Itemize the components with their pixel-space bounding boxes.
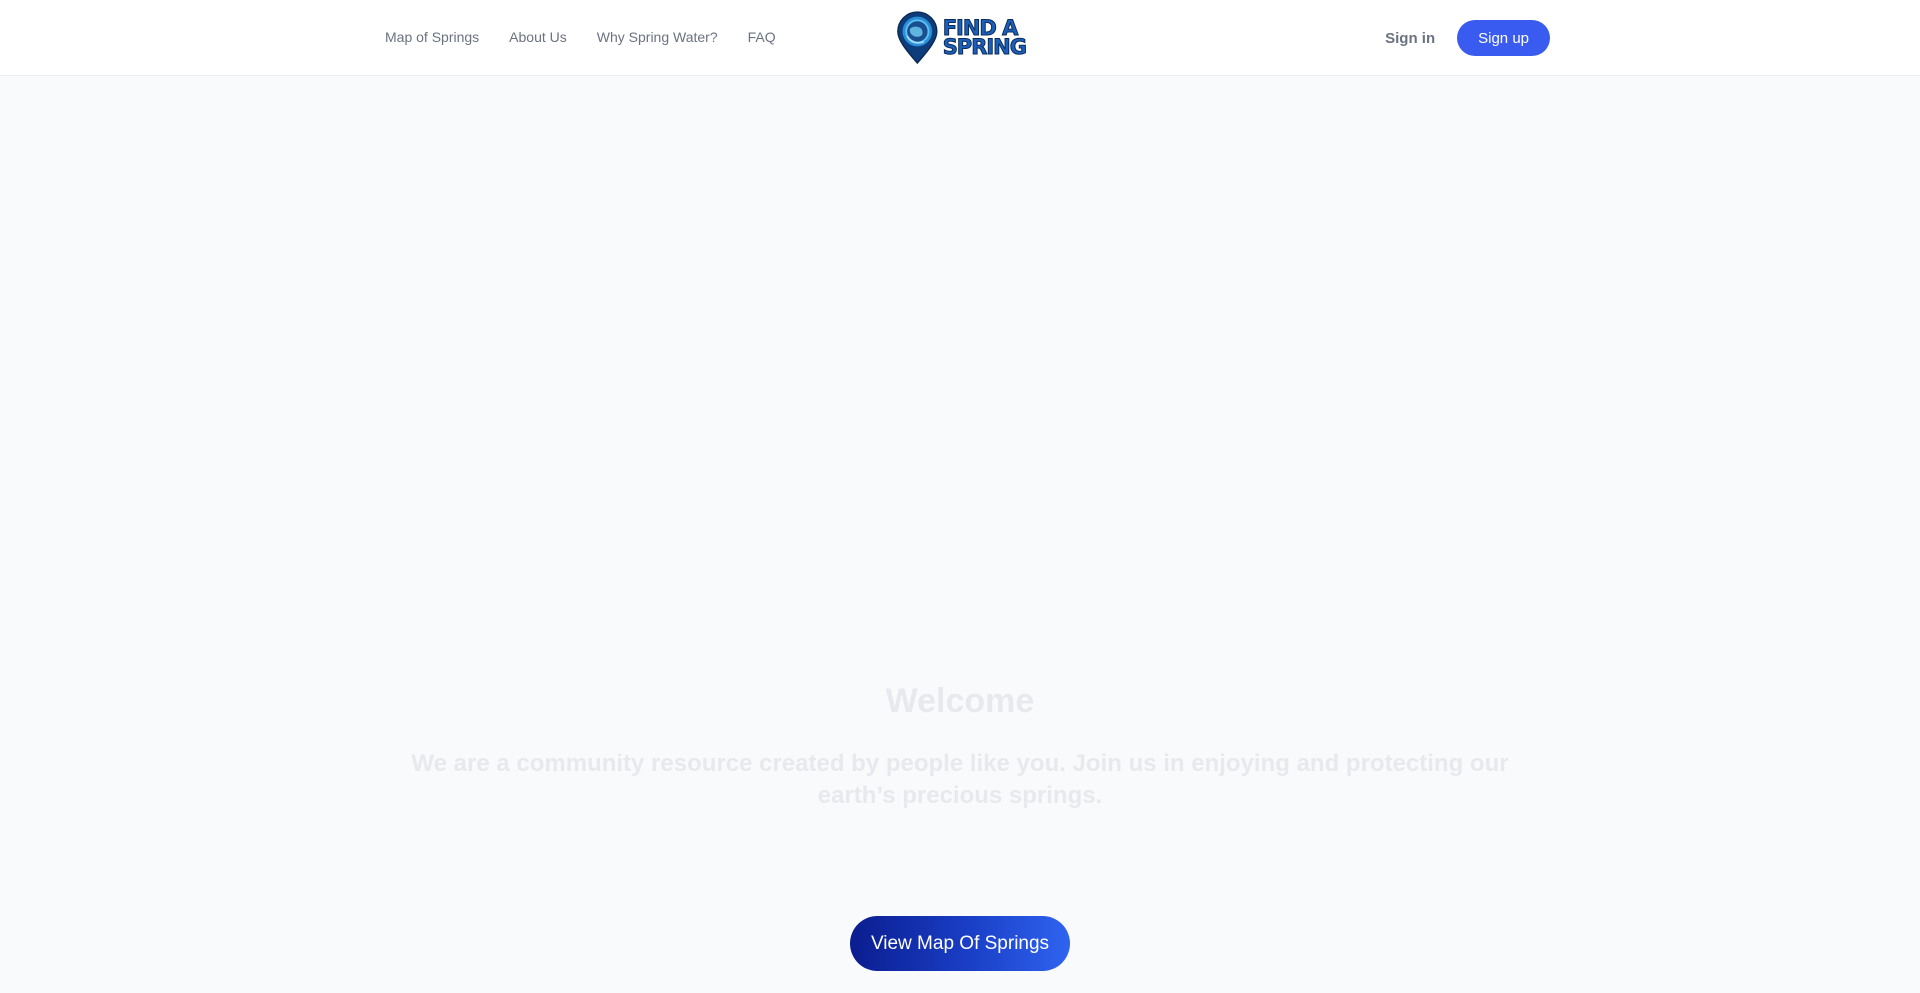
logo-wordmark: FIND A SPRING [942,17,1027,59]
map-pin-globe-icon [897,11,938,65]
hero-title: Welcome [885,682,1035,720]
nav-faq[interactable]: FAQ [748,30,776,46]
site-header: Map of Springs About Us Why Spring Water… [0,0,1920,76]
sign-up-button[interactable]: Sign up [1457,20,1550,56]
nav-why-spring-water[interactable]: Why Spring Water? [597,30,718,46]
sign-in-button[interactable]: Sign in [1385,30,1435,47]
nav-about-us[interactable]: About Us [509,30,567,46]
main-nav: Map of Springs About Us Why Spring Water… [385,0,806,76]
auth-actions: Sign in Sign up [1385,20,1550,56]
logo-line-2: SPRING [942,35,1027,59]
hero-tagline: We are a community resource created by p… [411,750,1509,809]
hero-section [0,77,1920,993]
site-logo[interactable]: FIND A SPRING [896,9,1028,67]
view-map-button[interactable]: View Map Of Springs [850,916,1070,971]
nav-map-of-springs[interactable]: Map of Springs [385,30,479,46]
